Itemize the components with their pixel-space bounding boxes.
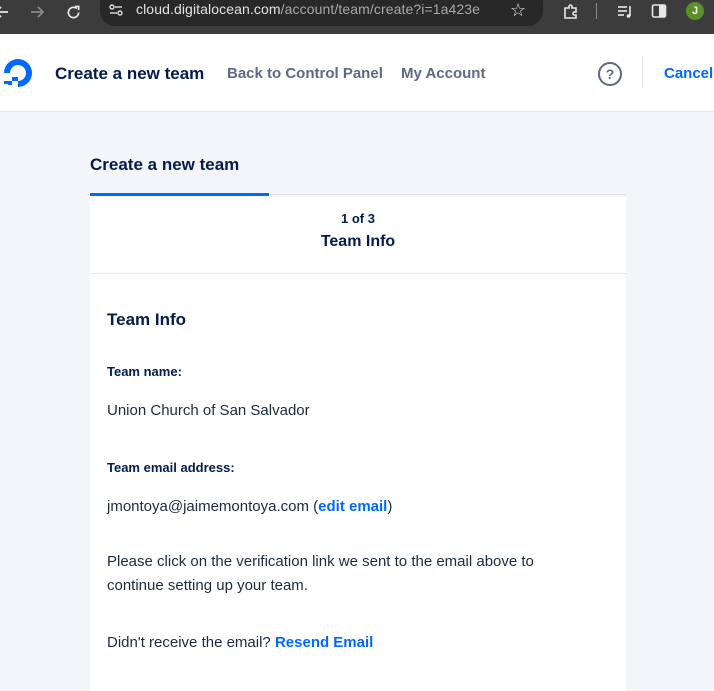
edit-email-paren-close: ) <box>387 498 393 515</box>
resend-email-link[interactable]: Resend Email <box>275 634 373 651</box>
media-control-icon[interactable] <box>616 3 634 26</box>
tab-create-new-team[interactable]: Create a new team <box>90 155 239 175</box>
edit-email-link[interactable]: edit email <box>318 498 387 515</box>
team-name-value: Union Church of San Salvador <box>107 402 310 419</box>
resend-row: Didn't receive the email? Resend Email <box>107 634 373 651</box>
team-info-card: 1 of 3 Team Info Team Info Team name: Un… <box>90 197 626 691</box>
toolbar-separator <box>596 3 597 19</box>
extensions-icon[interactable] <box>562 3 580 26</box>
resend-prompt: Didn't receive the email? <box>107 634 275 651</box>
site-settings-icon[interactable] <box>108 2 124 18</box>
browser-toolbar: cloud.digitalocean.com/account/team/crea… <box>0 0 714 34</box>
my-account-link[interactable]: My Account <box>401 65 485 82</box>
help-icon[interactable]: ? <box>598 62 622 86</box>
address-bar[interactable]: cloud.digitalocean.com/account/team/crea… <box>100 0 543 26</box>
section-title: Team Info <box>107 310 187 329</box>
app-header: Create a new team Back to Control Panel … <box>0 34 714 112</box>
active-tab-indicator <box>90 193 269 196</box>
edit-email-paren-open: ( <box>308 498 319 515</box>
bookmark-star-icon[interactable]: ☆ <box>510 1 526 19</box>
digitalocean-logo-icon[interactable] <box>2 56 36 90</box>
url-path: /account/team/create?i=1a423e <box>280 1 481 17</box>
step-count: 1 of 3 <box>341 211 375 226</box>
verification-message: Please click on the verification link we… <box>107 553 534 594</box>
cancel-button[interactable]: Cancel <box>664 65 713 82</box>
header-title: Create a new team <box>55 64 205 83</box>
url-text: cloud.digitalocean.com/account/team/crea… <box>136 1 480 17</box>
card-divider <box>90 273 626 274</box>
team-email-label: Team email address: <box>107 460 235 475</box>
back-arrow-icon[interactable] <box>0 0 10 24</box>
back-to-control-panel-link[interactable]: Back to Control Panel <box>227 65 383 82</box>
team-email-row: jmontoya@jaimemontoya.com (edit email) <box>107 498 392 515</box>
profile-avatar[interactable]: J <box>686 2 704 20</box>
step-title: Team Info <box>320 233 396 250</box>
forward-arrow-icon[interactable] <box>28 0 46 24</box>
side-panel-icon[interactable] <box>651 3 667 24</box>
team-name-label: Team name: <box>107 364 182 379</box>
url-host: cloud.digitalocean.com <box>136 1 281 17</box>
header-divider <box>642 56 643 88</box>
reload-icon[interactable] <box>64 0 82 24</box>
team-email-value: jmontoya@jaimemontoya.com <box>107 498 309 515</box>
